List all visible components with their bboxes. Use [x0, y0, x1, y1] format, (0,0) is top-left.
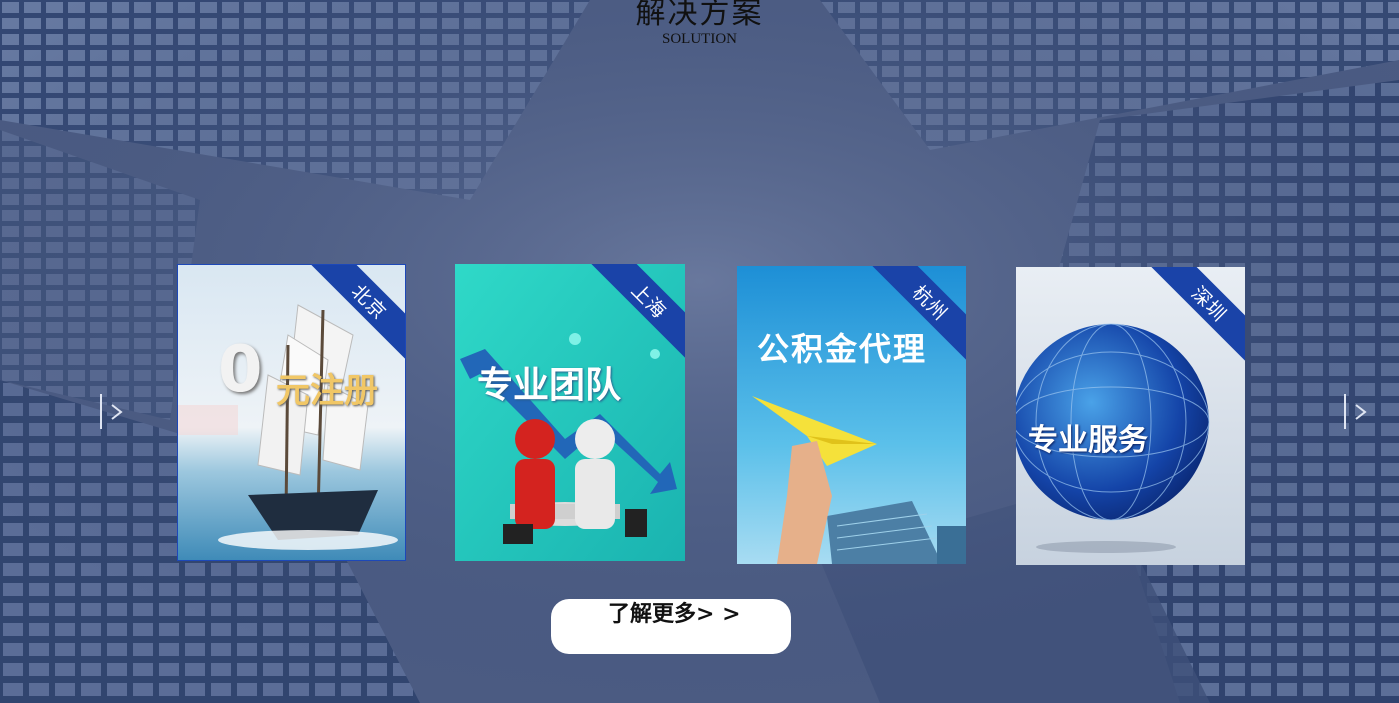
learn-more-button[interactable]: 了解更多> > — [551, 599, 791, 654]
card-caption-prefix: 0 — [218, 333, 263, 407]
chevron-right-icon — [1344, 394, 1367, 429]
learn-more-label: 了解更多> > — [608, 601, 741, 627]
card-caption: 专业团队 — [477, 365, 622, 406]
card-caption: 专业服务 — [1028, 423, 1148, 458]
solution-card-beijing[interactable]: 0 元注册 北京 — [177, 264, 406, 561]
solution-card-shanghai[interactable]: 专业团队 上海 — [455, 264, 685, 561]
carousel-next-button[interactable] — [1343, 393, 1373, 431]
solution-card-shenzhen[interactable]: 专业服务 深圳 — [1016, 267, 1245, 565]
card-caption: 公积金代理 — [757, 330, 928, 368]
section-title: 解决方案 — [635, 0, 764, 31]
section-subtitle: SOLUTION — [662, 31, 737, 47]
card-caption: 元注册 — [276, 371, 378, 411]
solution-card-hangzhou[interactable]: 公积金代理 杭州 — [737, 266, 966, 564]
carousel-prev-button[interactable] — [99, 393, 129, 431]
chevron-left-icon — [100, 394, 123, 429]
